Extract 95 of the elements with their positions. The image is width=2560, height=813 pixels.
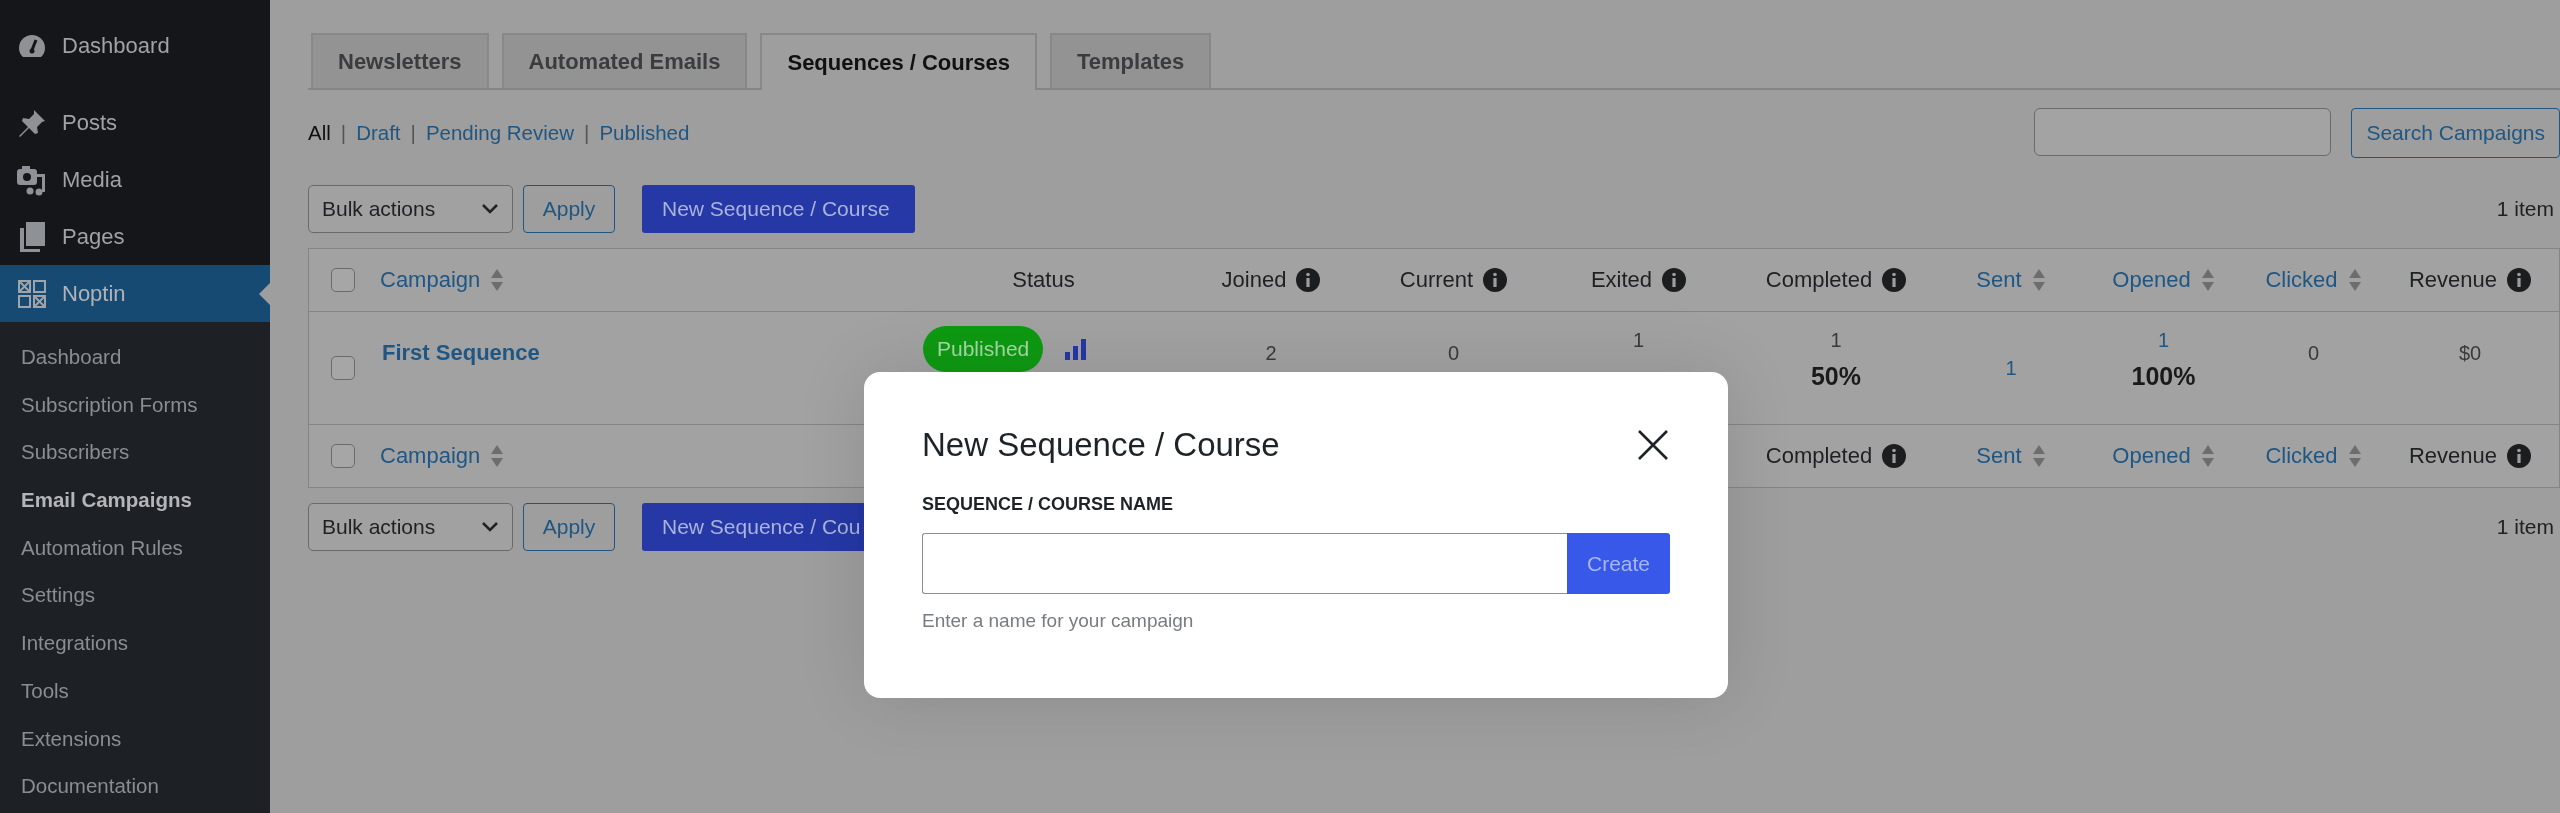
filter-link[interactable]: All (308, 121, 331, 145)
submenu-item[interactable]: Dashboard (0, 333, 270, 381)
stat-value: 1 (1632, 329, 1645, 352)
apply-button[interactable]: Apply (523, 503, 615, 551)
column-header-link[interactable]: Campaign (380, 267, 481, 293)
column-header-link[interactable]: Campaign (380, 443, 481, 469)
sort-icon[interactable] (490, 444, 505, 468)
checkbox[interactable] (331, 268, 355, 292)
sidebar-item[interactable]: Noptin (0, 265, 270, 322)
submenu-item[interactable]: Extensions (0, 714, 270, 763)
close-icon[interactable] (1636, 428, 1670, 462)
column-header-link[interactable]: Opened (2112, 443, 2191, 469)
apply-button[interactable]: Apply (523, 185, 615, 233)
bulk-actions-select[interactable]: Bulk actions (308, 185, 513, 233)
submenu-item[interactable]: Integrations (0, 619, 270, 667)
filter-separator: | (410, 121, 416, 145)
submenu-item[interactable]: Tools (0, 666, 270, 715)
filter-separator: | (340, 121, 347, 145)
column-header-link[interactable]: Clicked (2265, 443, 2338, 469)
tab[interactable]: Newsletters (311, 33, 489, 88)
stat-link[interactable]: 1 (1941, 356, 2081, 380)
chevron-down-icon (481, 521, 499, 533)
stat-value: 0 (1446, 341, 1461, 365)
column-header: Completed (1765, 443, 1873, 469)
info-icon (1296, 268, 1321, 292)
sort-icon[interactable] (2200, 444, 2215, 468)
sort-icon[interactable] (490, 268, 505, 292)
submenu-item[interactable]: Settings (0, 571, 270, 620)
info-icon (1882, 268, 1907, 292)
sort-icon[interactable] (2200, 268, 2215, 292)
sidebar-item[interactable]: Dashboard (0, 17, 270, 74)
documents-icon (18, 220, 46, 253)
gauge-icon (17, 32, 47, 59)
new-sequence-button[interactable]: New Sequence / Course (642, 185, 915, 233)
bulk-actions-select[interactable]: Bulk actions (308, 503, 513, 551)
stat-rate: 50% (1810, 362, 1861, 391)
submenu-item[interactable]: Subscribers (0, 428, 270, 477)
submenu-item[interactable]: Documentation (0, 762, 270, 810)
info-icon (1662, 268, 1687, 292)
stat-value: 1 (1830, 329, 1842, 352)
stat-link[interactable]: 1 (2157, 329, 2170, 352)
submenu-item[interactable]: Automation Rules (0, 523, 270, 572)
info-icon (2507, 444, 2532, 468)
column-header: Completed (1765, 267, 1873, 293)
info-icon (2507, 268, 2532, 292)
search-button[interactable]: Search Campaigns (2351, 108, 2560, 158)
stat-value: $0 (2457, 341, 2483, 365)
submenu-item[interactable]: Subscription Forms (0, 380, 270, 429)
filter-link[interactable]: Draft (356, 121, 401, 145)
column-header: Revenue (2408, 443, 2498, 469)
item-count: 1 item (2496, 197, 2554, 221)
info-icon (1483, 268, 1508, 292)
create-button[interactable]: Create (1567, 533, 1670, 594)
tab[interactable]: Sequences / Courses (760, 33, 1037, 90)
column-header-link[interactable]: Opened (2112, 267, 2191, 293)
camera-note-icon (16, 163, 48, 196)
checkbox[interactable] (331, 444, 355, 468)
filter-link[interactable]: Published (599, 121, 690, 145)
stat-value: 2 (1264, 341, 1278, 365)
status-badge: Published (923, 326, 1044, 372)
filter-separator: | (584, 121, 590, 145)
tab[interactable]: Templates (1050, 33, 1212, 88)
sort-icon[interactable] (2031, 444, 2046, 468)
info-icon (1882, 444, 1907, 468)
column-header: Current (1399, 267, 1474, 293)
column-header-link[interactable]: Sent (1976, 267, 2022, 293)
name-field[interactable] (922, 533, 1567, 594)
sort-icon[interactable] (2347, 268, 2362, 292)
filter-link[interactable]: Pending Review (425, 121, 575, 145)
stat-rate: 100% (2131, 362, 2196, 391)
grid-icon (17, 278, 47, 309)
column-header-link[interactable]: Clicked (2265, 267, 2338, 293)
stat-value: 0 (2306, 341, 2321, 365)
checkbox[interactable] (331, 356, 355, 380)
sort-icon[interactable] (2031, 268, 2046, 292)
help-text: Enter a name for your campaign (922, 610, 1195, 632)
sort-icon[interactable] (2347, 444, 2362, 468)
column-header: Joined (1221, 267, 1287, 293)
search-field[interactable] (2034, 108, 2332, 156)
chevron-down-icon (481, 203, 499, 215)
column-header: Status (1012, 267, 1075, 293)
column-header: Exited (1590, 267, 1653, 293)
column-header: Revenue (2408, 267, 2498, 293)
item-count: 1 item (2496, 515, 2554, 539)
field-label: SEQUENCE / COURSE NAME (922, 494, 1175, 515)
sidebar-item[interactable]: Media (0, 151, 270, 208)
submenu-item[interactable]: Email Campaigns (0, 476, 270, 524)
bar-chart-icon[interactable] (1065, 338, 1088, 360)
sidebar-item[interactable]: Pages (0, 208, 270, 265)
pushpin-icon (17, 107, 47, 138)
tab[interactable]: Automated Emails (501, 33, 748, 88)
sidebar-item[interactable]: Posts (0, 94, 270, 151)
column-header-link[interactable]: Sent (1976, 443, 2022, 469)
modal-title: New Sequence / Course (922, 426, 1280, 464)
campaign-title-link[interactable]: First Sequence (361, 312, 906, 366)
